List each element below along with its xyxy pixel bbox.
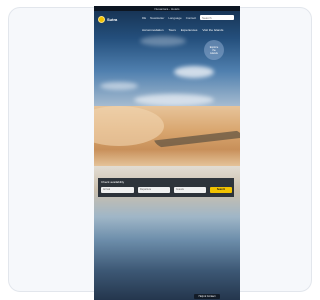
utility-link[interactable]: Contact — [186, 16, 196, 20]
badge-line: islands — [210, 51, 218, 55]
nav-item[interactable]: Visit the Islands — [202, 28, 223, 32]
website-preview: Nusantara - Hotels Sutra DE Newsletter L… — [94, 6, 240, 300]
utility-link[interactable]: Language — [168, 16, 181, 20]
top-announcement-bar: Nusantara - Hotels — [94, 6, 240, 11]
main-nav: Accommodation Tours Experiences Visit th… — [142, 28, 223, 32]
departure-field[interactable]: Departure — [138, 187, 170, 193]
guests-field[interactable]: Guests — [174, 187, 206, 193]
site-logo[interactable]: Sutra — [98, 16, 117, 23]
search-input[interactable] — [200, 15, 234, 20]
help-button[interactable]: Help & Contact — [194, 294, 220, 299]
sun-logo-icon — [98, 16, 105, 23]
nav-item[interactable]: Tours — [169, 28, 176, 32]
utility-link[interactable]: DE — [142, 16, 146, 20]
utility-link[interactable]: Newsletter — [150, 16, 164, 20]
booking-search-button[interactable]: Search — [210, 187, 232, 193]
promo-badge[interactable]: Explore the islands — [204, 40, 224, 60]
nav-item[interactable]: Accommodation — [142, 28, 164, 32]
booking-widget: Check availability Arrival Departure Gue… — [98, 178, 234, 197]
utility-nav: DE Newsletter Language Contact — [142, 16, 196, 20]
logo-text: Sutra — [107, 17, 118, 22]
hero-dunes — [94, 106, 240, 168]
announcement-text: Nusantara - Hotels — [154, 6, 180, 11]
nav-item[interactable]: Experiences — [181, 28, 198, 32]
booking-title: Check availability — [101, 180, 125, 184]
arrival-field[interactable]: Arrival — [101, 187, 134, 193]
